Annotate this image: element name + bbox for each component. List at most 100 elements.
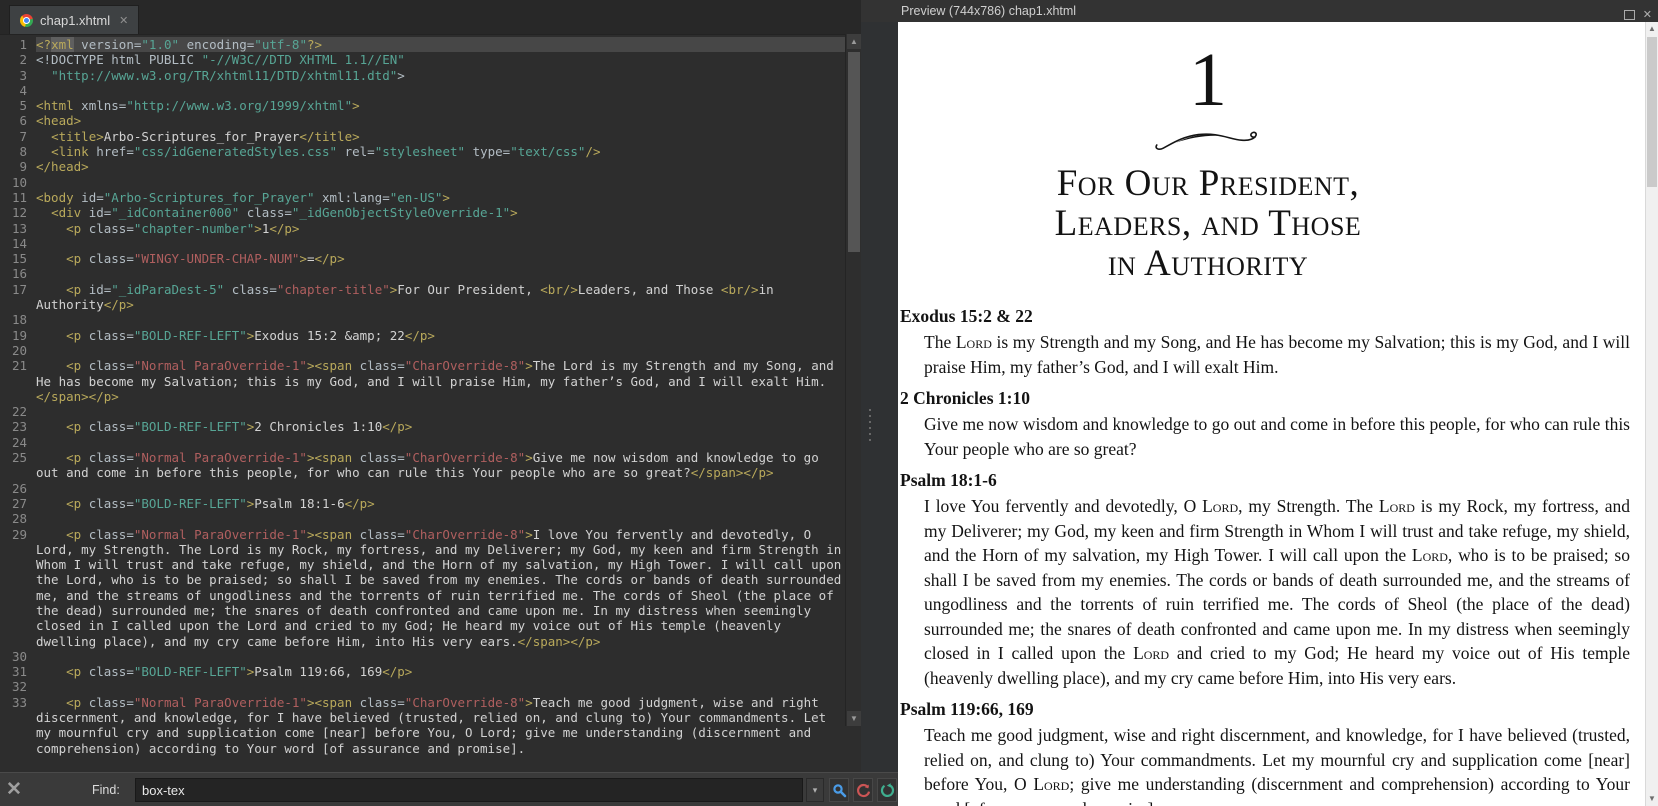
chevron-down-icon[interactable]: ▾ xyxy=(806,778,824,802)
close-icon[interactable]: ✕ xyxy=(6,778,22,801)
code-line-text: <p class="Normal ParaOverride-1"><span c… xyxy=(36,526,842,649)
code-line[interactable]: 30 xyxy=(0,649,845,664)
line-number: 17 xyxy=(11,281,27,297)
code-line[interactable]: 7 <title>Arbo-Scriptures_for_Prayer</tit… xyxy=(0,129,845,144)
line-number: 27 xyxy=(11,495,27,511)
scroll-down-icon[interactable]: ▼ xyxy=(847,711,861,726)
scroll-up-icon[interactable]: ▲ xyxy=(1646,22,1658,36)
preview-scrollbar[interactable]: ▲ ▼ xyxy=(1645,22,1658,806)
find-input[interactable] xyxy=(135,778,803,802)
line-number: 25 xyxy=(11,450,27,466)
line-number: 29 xyxy=(11,526,27,542)
code-line[interactable]: 25 <p class="Normal ParaOverride-1"><spa… xyxy=(0,450,845,481)
find-next-button[interactable] xyxy=(877,778,897,802)
code-line[interactable]: 11 <body id="Arbo-Scriptures_for_Prayer" … xyxy=(0,190,845,205)
scripture-reference: Exodus 15:2 & 22 xyxy=(900,306,1033,326)
code-line[interactable]: 23 <p class="BOLD-REF-LEFT">2 Chronicles… xyxy=(0,419,845,434)
tab-chap1[interactable]: chap1.xhtml ✕ xyxy=(9,5,140,34)
code-line[interactable]: 19 <p class="BOLD-REF-LEFT">Exodus 15:2 … xyxy=(0,328,845,343)
find-label: Find: xyxy=(92,783,120,797)
code-line[interactable]: 10 xyxy=(0,175,845,190)
chapter-title: For Our President, Leaders, and Those in A… xyxy=(1054,163,1362,284)
code-line[interactable]: 1 <?xml version="1.0" encoding="utf-8"?> xyxy=(0,37,845,53)
code-line-text: <p id="_idParaDest-5" class="chapter-tit… xyxy=(36,281,782,313)
magnifier-icon xyxy=(832,783,846,797)
code-line[interactable]: 3 "http://www.w3.org/TR/xhtml11/DTD/xhtm… xyxy=(0,68,845,83)
scripture-text: Teach me good judgment, wise and right d… xyxy=(924,725,1630,806)
line-number: 11 xyxy=(11,189,27,205)
code-line-text: <head> xyxy=(36,113,82,129)
scripture-text: Give me now wisdom and knowledge to go o… xyxy=(924,414,1630,459)
tab-close-icon[interactable]: ✕ xyxy=(119,14,128,27)
code-line[interactable]: 15 <p class="WINGY-UNDER-CHAP-NUM">=</p> xyxy=(0,251,845,266)
code-line[interactable]: 28 xyxy=(0,511,845,526)
code-line[interactable]: 12 <div id="_idContainer000" class="_idG… xyxy=(0,205,845,220)
code-line-text: </head> xyxy=(36,159,89,175)
code-line[interactable]: 29 <p class="Normal ParaOverride-1"><spa… xyxy=(0,527,845,649)
find-previous-button[interactable] xyxy=(853,778,873,802)
line-number: 21 xyxy=(11,358,27,374)
find-button[interactable] xyxy=(829,778,849,802)
pane-splitter[interactable] xyxy=(861,22,898,772)
code-line[interactable]: 33 <p class="Normal ParaOverride-1"><spa… xyxy=(0,695,845,756)
line-number: 28 xyxy=(11,511,27,527)
line-number: 1 xyxy=(19,37,27,52)
scripture-reference: 2 Chronicles 1:10 xyxy=(900,388,1030,408)
code-line[interactable]: 14 xyxy=(0,236,845,251)
code-line[interactable]: 26 xyxy=(0,481,845,496)
line-number: 24 xyxy=(11,434,27,450)
swash-divider-icon xyxy=(1155,131,1257,150)
code-line[interactable]: 13 <p class="chapter-number">1</p> xyxy=(0,221,845,236)
restore-window-icon[interactable] xyxy=(1623,7,1638,20)
line-number: 26 xyxy=(11,480,27,496)
html-file-icon xyxy=(20,13,33,27)
code-line[interactable]: 27 <p class="BOLD-REF-LEFT">Psalm 18:1-6… xyxy=(0,496,845,511)
code-line[interactable]: 21 <p class="Normal ParaOverride-1"><spa… xyxy=(0,358,845,404)
code-line[interactable]: 20 xyxy=(0,343,845,358)
scripture-text: I love You fervently and devotedly, O Lo… xyxy=(924,496,1630,688)
line-number: 6 xyxy=(19,113,27,129)
code-line[interactable]: 2 <!DOCTYPE html PUBLIC "-//W3C//DTD XHTM… xyxy=(0,52,845,67)
code-editor[interactable]: 1 <?xml version="1.0" encoding="utf-8"?> 2… xyxy=(0,34,845,772)
circular-arrow-green-icon xyxy=(880,782,894,797)
splitter-handle-icon[interactable] xyxy=(869,405,875,445)
code-line[interactable]: 24 xyxy=(0,435,845,450)
tab-bar: chap1.xhtml ✕ xyxy=(0,0,861,35)
line-number: 16 xyxy=(11,266,27,282)
editor-scrollbar[interactable]: ▲ ▼ xyxy=(845,34,861,726)
code-line[interactable]: 31 <p class="BOLD-REF-LEFT">Psalm 119:66… xyxy=(0,664,845,679)
code-line[interactable]: 4 xyxy=(0,83,845,98)
scroll-down-icon[interactable]: ▼ xyxy=(1646,792,1658,806)
code-line[interactable]: 32 xyxy=(0,679,845,694)
scripture-reference: Psalm 119:66, 169 xyxy=(900,699,1034,719)
editor-scrollbar-thumb[interactable] xyxy=(848,52,860,252)
line-number: 13 xyxy=(11,220,27,236)
line-number: 20 xyxy=(11,342,27,358)
preview-scrollbar-thumb[interactable] xyxy=(1647,37,1657,187)
code-line[interactable]: 9 </head> xyxy=(0,159,845,174)
code-line[interactable]: 8 <link href="css/idGeneratedStyles.css"… xyxy=(0,144,845,159)
code-line[interactable]: 16 xyxy=(0,266,845,281)
code-line-text: <p class="Normal ParaOverride-1"><span c… xyxy=(36,358,842,404)
preview-title: Preview (744x786) chap1.xhtml xyxy=(901,4,1077,18)
code-line-text: <p class="Normal ParaOverride-1"><span c… xyxy=(36,694,834,756)
line-number: 3 xyxy=(19,67,27,83)
code-line-text: <p class="chapter-number">1</p> xyxy=(66,220,300,236)
code-line-text: <p class="BOLD-REF-LEFT">Exodus 15:2 &am… xyxy=(66,327,435,343)
code-line[interactable]: 5 <html xmlns="http://www.w3.org/1999/xht… xyxy=(0,98,845,113)
code-line-text: <body id="Arbo-Scriptures_for_Prayer" xm… xyxy=(36,189,450,205)
scroll-up-icon[interactable]: ▲ xyxy=(847,34,861,49)
code-line[interactable]: 17 <p id="_idParaDest-5" class="chapter-… xyxy=(0,282,845,313)
line-number: 9 xyxy=(19,159,27,175)
scripture-text: The Lord is my Strength and my Song, and… xyxy=(924,332,1630,377)
code-line[interactable]: 18 xyxy=(0,312,845,327)
code-line[interactable]: 22 xyxy=(0,404,845,419)
code-line[interactable]: 6 <head> xyxy=(0,113,845,128)
